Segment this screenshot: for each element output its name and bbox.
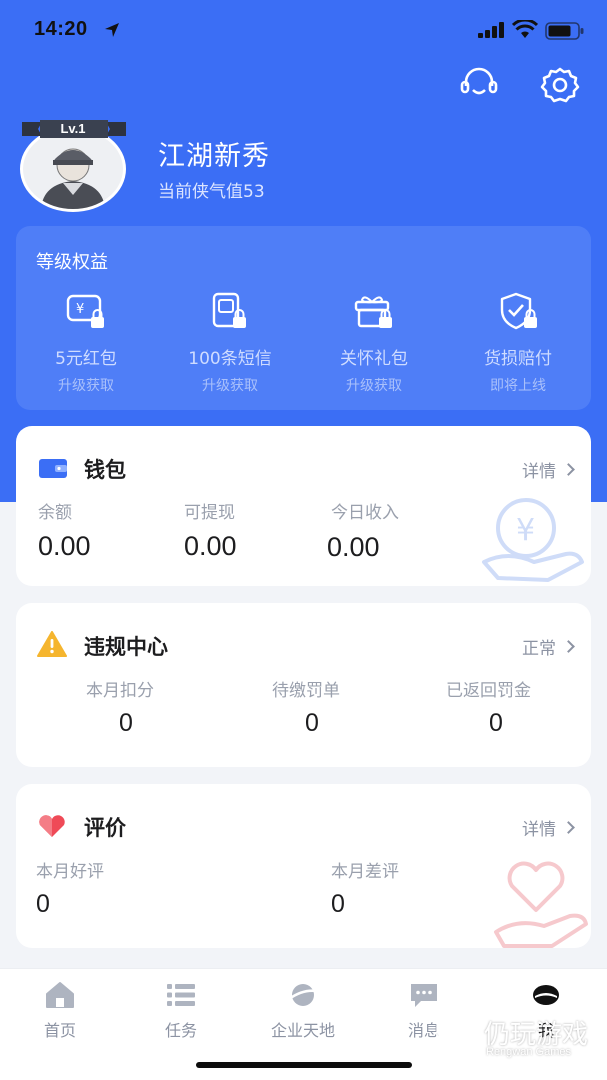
customer-service-headset-icon[interactable] [459, 66, 499, 102]
benefits-title: 等级权益 [36, 252, 108, 273]
cellular-signal-icon [478, 22, 504, 38]
chevron-right-icon [562, 640, 575, 653]
chivalry-value: 当前侠气值53 [158, 182, 265, 202]
watermark-subtitle: Rengwan Games [486, 1046, 571, 1058]
withdrawable-label: 可提现 [184, 503, 235, 523]
benefit-red-packet[interactable]: ¥ 5元红包 升级获取 [16, 292, 156, 395]
today-income-value: 0.00 [327, 532, 380, 562]
chevron-right-icon [562, 463, 575, 476]
profile-icon [533, 985, 559, 1005]
benefit-name: 100条短信 [188, 349, 272, 369]
heart-icon [39, 815, 65, 837]
benefit-damage-compensation[interactable]: 货损赔付 即将上线 [448, 292, 588, 395]
tab-label: 首页 [43, 1021, 76, 1040]
tab-label: 企业天地 [270, 1021, 335, 1040]
tab-home[interactable]: 首页 [5, 979, 115, 1041]
benefit-sms[interactable]: 100条短信 升级获取 [160, 292, 300, 395]
home-indicator[interactable] [196, 1062, 412, 1068]
violation-status-link[interactable]: 正常 [522, 634, 575, 659]
wallet-icon [39, 459, 67, 478]
good-reviews-value: 0 [36, 890, 50, 918]
good-reviews-label: 本月好评 [36, 862, 104, 882]
violation-center-card[interactable]: 违规中心 正常 本月扣分 0 待缴罚单 0 已返回罚金 0 [16, 603, 591, 767]
review-card[interactable]: 评价 详情 本月好评 0 本月差评 0 [16, 784, 591, 948]
wifi-icon [512, 20, 538, 38]
pending-fines-label: 待缴罚单 [272, 681, 340, 701]
bad-reviews-value: 0 [331, 890, 345, 918]
wallet-details-link[interactable]: 详情 [522, 457, 575, 482]
tab-enterprise[interactable]: 企业天地 [248, 979, 358, 1041]
status-time: 14:20 [34, 18, 88, 40]
nickname: 江湖新秀 [158, 141, 270, 172]
site-watermark: 仍玩游戏 Rengwan Games [430, 1012, 600, 1068]
benefit-gift[interactable]: 关怀礼包 升级获取 [304, 292, 444, 395]
driver-avatar-illustration [41, 148, 105, 209]
wallet-details-label: 详情 [522, 462, 556, 482]
wallet-title: 钱包 [84, 458, 126, 482]
settings-gear-icon[interactable] [540, 66, 580, 104]
returned-fines-value: 0 [489, 709, 503, 737]
benefit-status: 升级获取 [346, 378, 402, 394]
list-icon [167, 984, 195, 1006]
status-bar: 14:20 [0, 0, 607, 60]
wallet-card[interactable]: 钱包 详情 ¥ 余额 0.00 可提现 0.00 今日收入 0.00 [16, 426, 591, 586]
benefit-status: 升级获取 [58, 378, 114, 394]
benefit-name: 关怀礼包 [340, 349, 408, 369]
watermark-logo-icon [436, 1018, 474, 1060]
violation-status-label: 正常 [522, 639, 556, 659]
chat-icon [411, 984, 437, 1007]
heart-hand-watermark-icon [494, 861, 588, 948]
withdrawable-value: 0.00 [184, 531, 237, 561]
review-title: 评价 [84, 816, 126, 840]
review-details-label: 详情 [522, 820, 556, 840]
svg-text:¥: ¥ [516, 513, 535, 548]
level-benefits-card[interactable]: 等级权益 ¥ 5元红包 升级获取 100条短信 升级获取 关怀礼包 升级获取 货… [16, 226, 591, 410]
gift-lock-icon [354, 296, 392, 328]
benefit-status: 即将上线 [490, 378, 546, 394]
home-icon [46, 982, 74, 1008]
planet-icon [288, 984, 318, 1006]
location-arrow-icon [105, 23, 119, 37]
returned-fines-label: 已返回罚金 [446, 681, 531, 701]
sms-lock-icon [212, 292, 246, 328]
balance-label: 余额 [38, 503, 72, 523]
bad-reviews-label: 本月差评 [331, 862, 399, 882]
shield-check-icon [500, 292, 537, 330]
balance-value: 0.00 [38, 531, 91, 561]
benefit-status: 升级获取 [202, 378, 258, 394]
warning-icon [37, 631, 67, 657]
monthly-deduction-label: 本月扣分 [86, 681, 154, 701]
benefit-name: 5元红包 [55, 349, 117, 369]
pending-fines-value: 0 [305, 709, 319, 737]
chevron-right-icon [562, 821, 575, 834]
coin-hand-watermark-icon: ¥ [482, 498, 584, 582]
avatar[interactable]: Lv.1 [18, 118, 130, 214]
red-packet-lock-icon: ¥ [66, 294, 104, 328]
violation-title: 违规中心 [84, 635, 168, 659]
battery-icon [545, 22, 584, 40]
review-details-link[interactable]: 详情 [522, 815, 575, 840]
monthly-deduction-value: 0 [119, 709, 133, 737]
level-badge: Lv.1 [60, 121, 86, 136]
svg-text:¥: ¥ [76, 302, 84, 317]
benefit-name: 货损赔付 [484, 349, 552, 369]
tab-label: 任务 [164, 1021, 197, 1040]
today-income-label: 今日收入 [331, 503, 399, 523]
tab-tasks[interactable]: 任务 [126, 979, 236, 1041]
